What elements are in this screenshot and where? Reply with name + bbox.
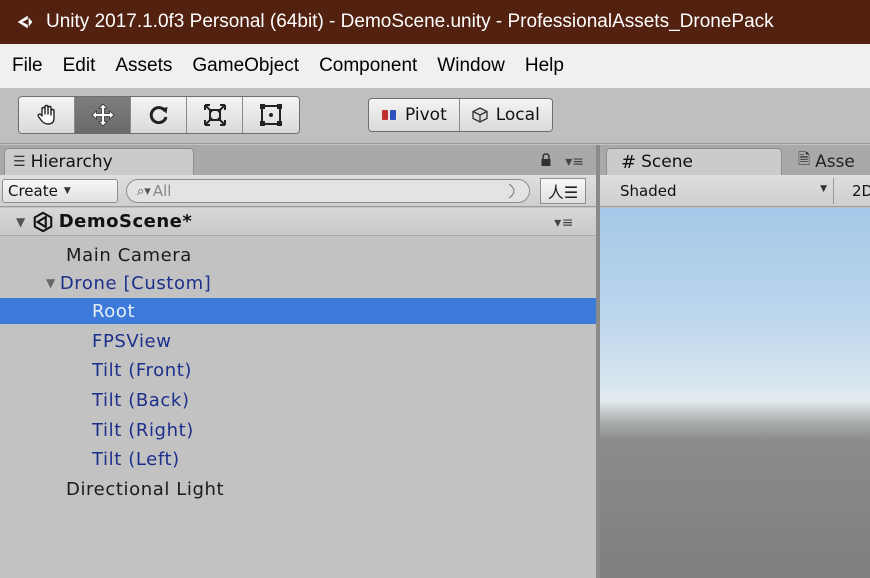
menu-component[interactable]: Component: [309, 44, 427, 88]
window-title-bar: Unity 2017.1.0f3 Personal (64bit) - Demo…: [0, 0, 870, 44]
create-label: Create: [8, 182, 58, 200]
search-placeholder: All: [152, 182, 172, 200]
list-item-label: Tilt (Right): [92, 419, 194, 441]
local-button[interactable]: Local: [459, 99, 552, 131]
scale-icon: [203, 104, 226, 126]
rect-icon: [260, 104, 282, 126]
chevron-down-icon: ▼: [63, 186, 71, 196]
sort-button[interactable]: 人☰: [540, 178, 586, 204]
local-label: Local: [495, 105, 540, 125]
shading-mode-dropdown[interactable]: Shaded ▼: [604, 178, 834, 204]
mode-2d-button[interactable]: 2D: [840, 178, 870, 204]
rotate-tool-button[interactable]: [131, 97, 187, 133]
scale-tool-button[interactable]: [187, 97, 243, 133]
unity-scene-icon: [33, 211, 52, 232]
mode-2d-label: 2D: [852, 182, 870, 200]
scene-name: DemoScene*: [58, 211, 193, 232]
scene-tab-bar: # Scene 🗎 Asse: [600, 145, 870, 175]
list-item[interactable]: Directional Light: [0, 476, 596, 502]
window-title: Unity 2017.1.0f3 Personal (64bit) - Demo…: [46, 11, 774, 32]
pivot-icon: [381, 108, 397, 122]
hierarchy-toolbar: Create ▼ ⌕▾ All 人☰: [0, 175, 596, 207]
grid-icon: #: [621, 151, 637, 173]
cube-icon: [472, 107, 488, 123]
pivot-toggle-group: Pivot Local: [368, 98, 553, 132]
tab-asset-store[interactable]: 🗎 Asse: [790, 148, 870, 175]
move-tool-button[interactable]: [75, 97, 131, 133]
move-icon: [90, 103, 115, 127]
menu-edit[interactable]: Edit: [53, 44, 106, 88]
lock-icon[interactable]: [540, 153, 552, 167]
menu-file[interactable]: File: [0, 44, 53, 88]
hierarchy-tab-bar: ☰ Hierarchy ▾≡: [0, 145, 596, 175]
rect-tool-button[interactable]: [243, 97, 299, 133]
main-toolbar: Pivot Local: [0, 88, 870, 144]
fold-open-icon[interactable]: ▼: [16, 215, 26, 229]
list-item[interactable]: Tilt (Front): [0, 357, 596, 383]
menu-window[interactable]: Window: [427, 44, 515, 88]
scene-menu-icon[interactable]: ▾≡: [554, 215, 574, 231]
asset-tab-label: Asse: [815, 151, 855, 172]
search-icon: ⌕▾: [137, 183, 151, 199]
pivot-button[interactable]: Pivot: [369, 99, 460, 131]
pivot-label: Pivot: [405, 105, 447, 125]
list-item-label: FPSView: [92, 330, 172, 352]
menu-help[interactable]: Help: [515, 44, 574, 88]
scene-tab-label: Scene: [641, 152, 693, 172]
unity-logo-icon: [17, 15, 33, 29]
list-item[interactable]: Main Camera: [0, 242, 596, 268]
list-item[interactable]: ▼ Drone [Custom]: [0, 270, 596, 296]
list-item-label: Tilt (Front): [92, 359, 192, 381]
list-item-label: Drone [Custom]: [59, 272, 212, 294]
list-item-label: Tilt (Left): [92, 448, 180, 470]
scene-viewport[interactable]: [600, 208, 870, 578]
menu-bar: File Edit Assets GameObject Component Wi…: [0, 44, 870, 88]
scene-root-row[interactable]: ▼ DemoScene* ▾≡: [0, 208, 596, 236]
tab-scene[interactable]: # Scene: [606, 148, 782, 175]
hierarchy-list: ▼ DemoScene* ▾≡ Main Camera ▼ Drone [Cus…: [0, 208, 596, 578]
list-item[interactable]: Tilt (Right): [0, 417, 596, 443]
hand-tool-button[interactable]: [19, 97, 75, 133]
create-button[interactable]: Create ▼: [2, 179, 118, 203]
panel-menu-icon[interactable]: ▾≡: [565, 154, 584, 170]
hand-icon: [36, 104, 55, 125]
list-item-label: Main Camera: [66, 244, 192, 266]
fold-open-icon[interactable]: ▼: [46, 276, 56, 290]
scene-toolbar: Shaded ▼ 2D: [600, 175, 870, 207]
list-item-selected[interactable]: Root: [0, 298, 596, 324]
sort-icon: 人☰: [547, 183, 579, 202]
search-end-cap-icon: [508, 183, 515, 199]
menu-assets[interactable]: Assets: [105, 44, 182, 88]
hierarchy-tab-label: Hierarchy: [30, 152, 113, 172]
tab-hierarchy[interactable]: ☰ Hierarchy: [4, 148, 194, 175]
chevron-down-icon: ▼: [820, 184, 827, 194]
list-item[interactable]: Tilt (Left): [0, 446, 596, 472]
list-item[interactable]: Tilt (Back): [0, 387, 596, 413]
list-item[interactable]: FPSView: [0, 328, 596, 354]
list-item-label: Tilt (Back): [92, 389, 190, 411]
search-input[interactable]: ⌕▾ All: [126, 179, 530, 203]
list-item-label: Directional Light: [66, 478, 225, 500]
transform-tools: [18, 96, 300, 134]
list-icon: ☰: [13, 154, 26, 170]
shading-mode-label: Shaded: [620, 182, 677, 200]
menu-gameobject[interactable]: GameObject: [182, 44, 309, 88]
bag-icon: 🗎: [798, 150, 811, 168]
list-item-label: Root: [92, 300, 136, 322]
rotate-icon: [149, 106, 167, 125]
